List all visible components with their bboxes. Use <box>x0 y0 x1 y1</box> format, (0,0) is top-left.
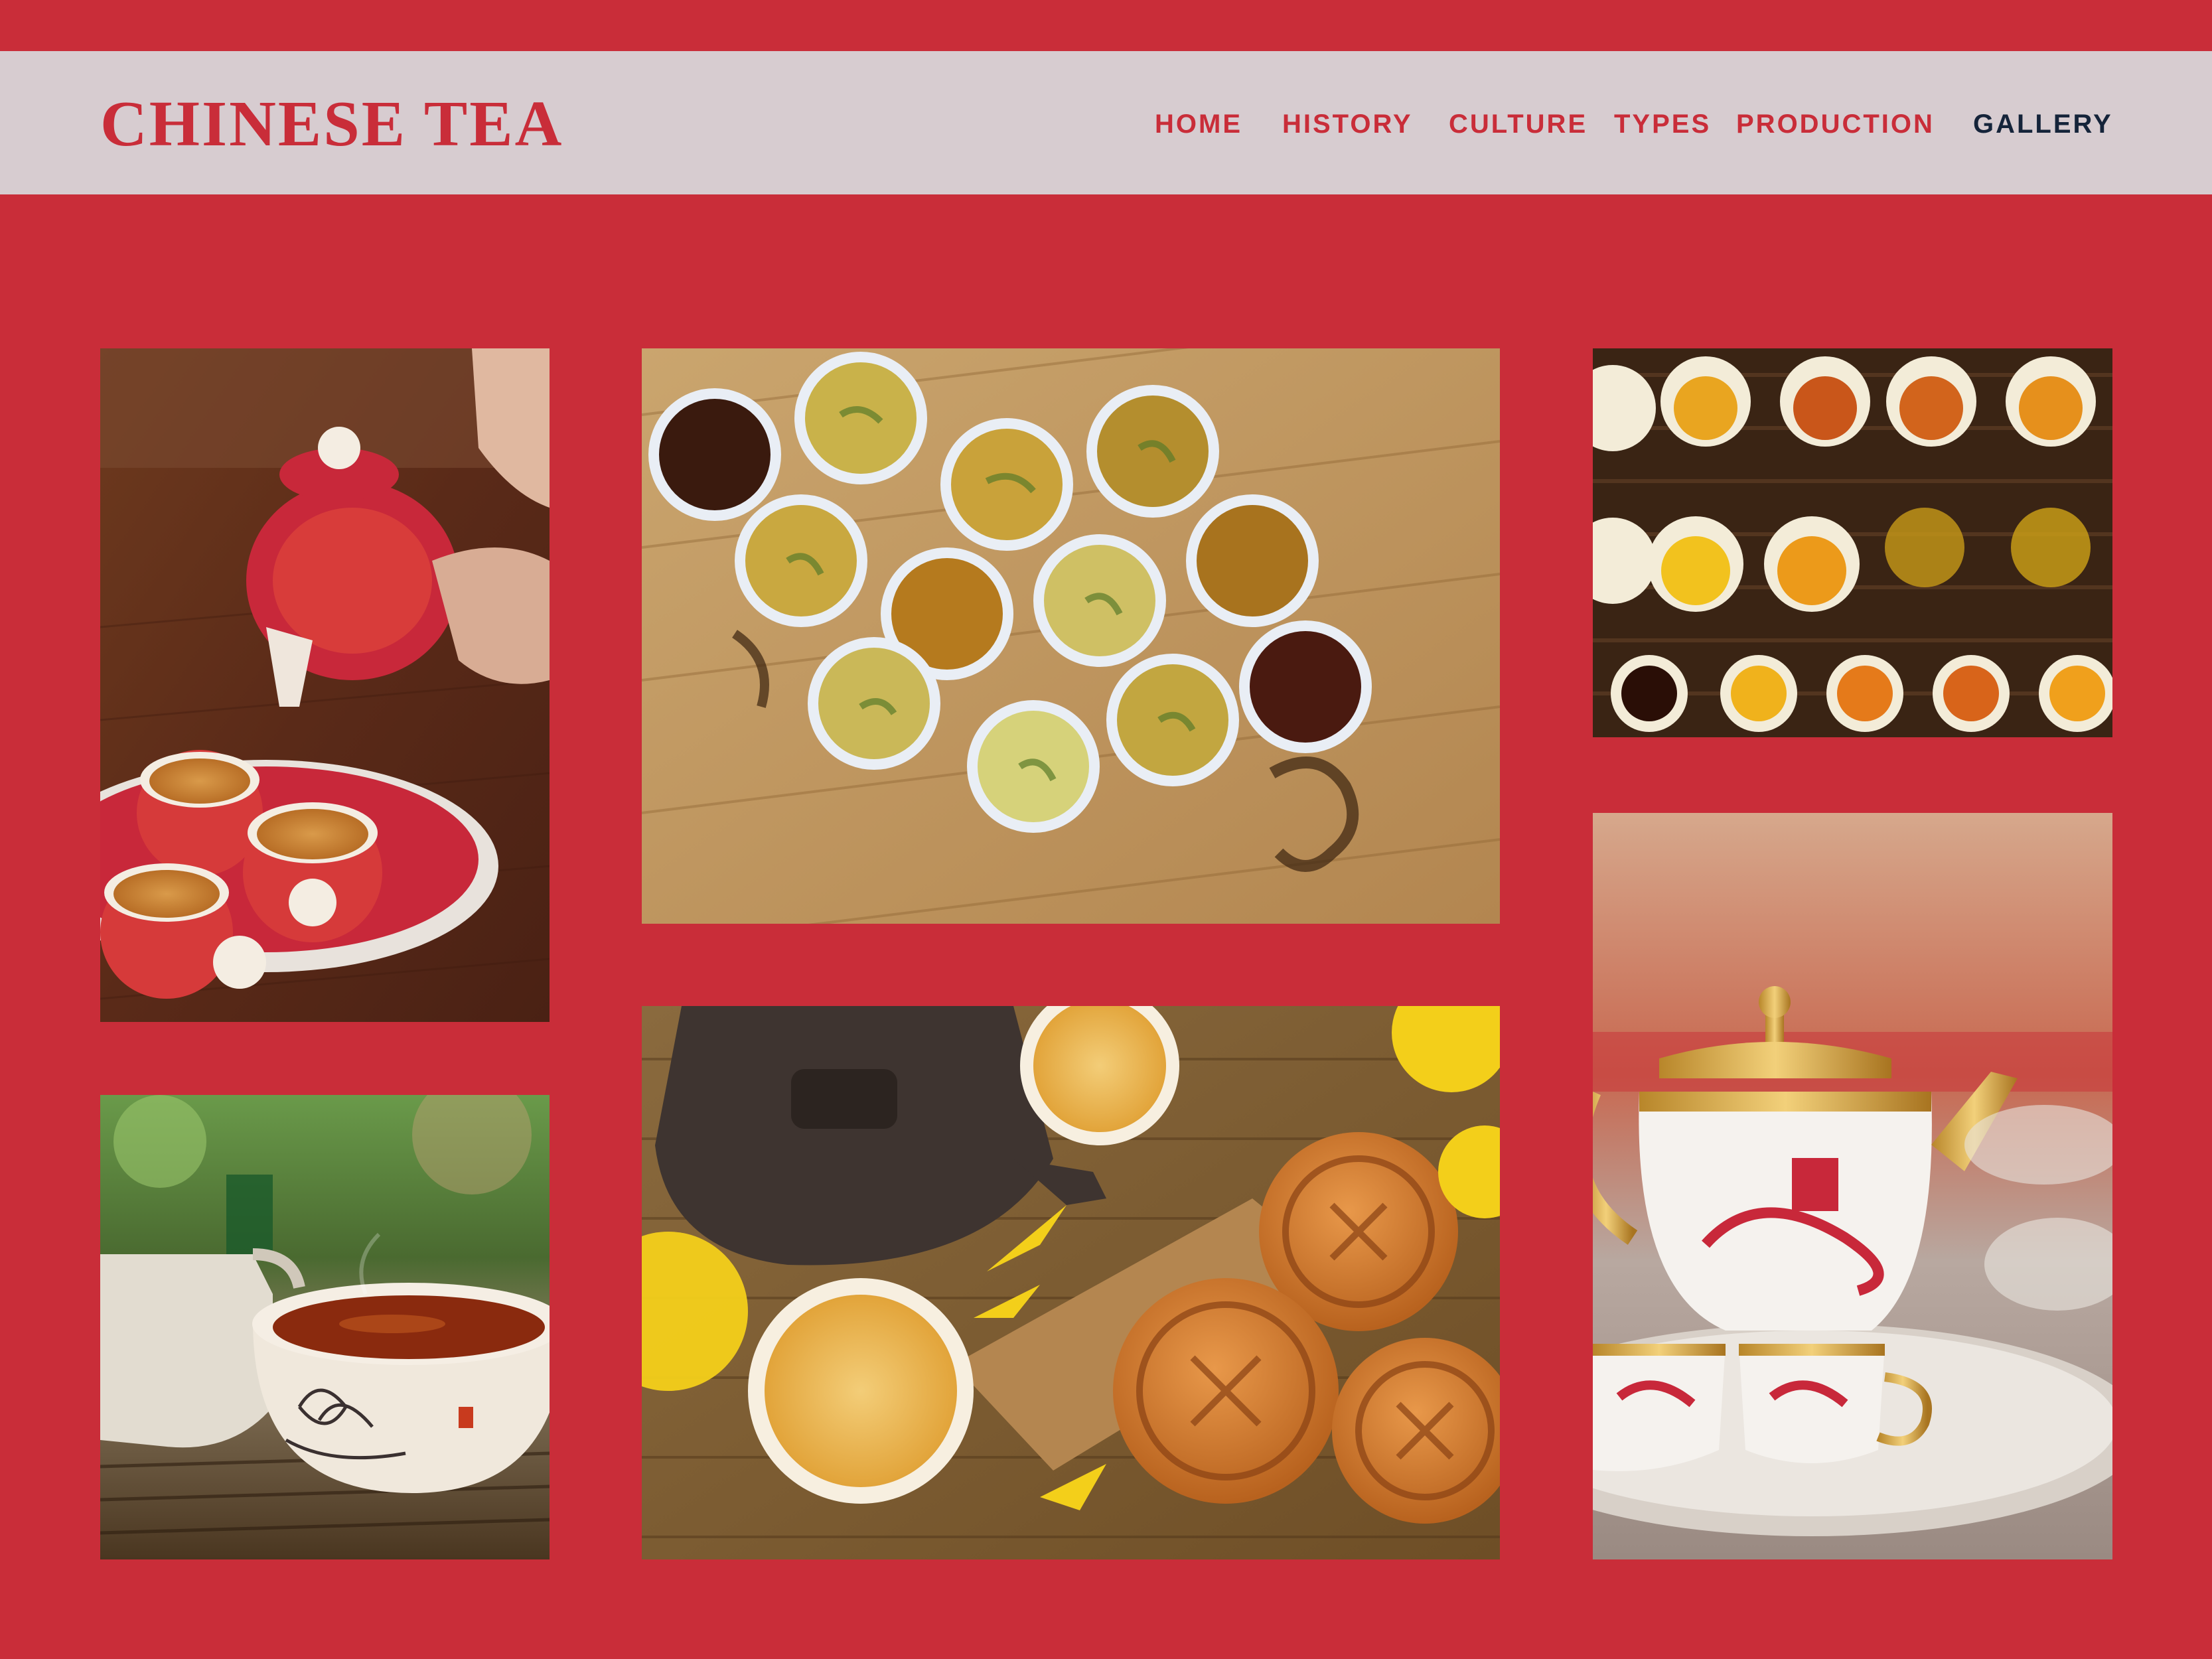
photo-teapot-pouring[interactable] <box>100 348 550 1022</box>
nav-culture[interactable]: CULTURE <box>1449 101 1587 147</box>
nav-home[interactable]: HOME <box>1155 101 1242 147</box>
nav-gallery[interactable]: GALLERY <box>1973 101 2113 147</box>
nav-history[interactable]: HISTORY <box>1282 101 1413 147</box>
site-header: CHINESE TEA HOME HISTORY CULTURE TYPES P… <box>0 51 2212 194</box>
photo-tea-tasting-cups[interactable] <box>642 348 1500 924</box>
nav-types[interactable]: TYPES <box>1614 101 1711 147</box>
photo-mooncakes-teapot[interactable] <box>642 1006 1500 1559</box>
photo-gold-tea-set[interactable] <box>1593 813 2112 1559</box>
nav-production[interactable]: PRODUCTION <box>1736 101 1935 147</box>
site-logo[interactable]: CHINESE TEA <box>100 84 563 164</box>
photo-tea-pitchers[interactable] <box>1593 348 2112 737</box>
photo-steaming-tea-cup[interactable] <box>100 1095 550 1559</box>
